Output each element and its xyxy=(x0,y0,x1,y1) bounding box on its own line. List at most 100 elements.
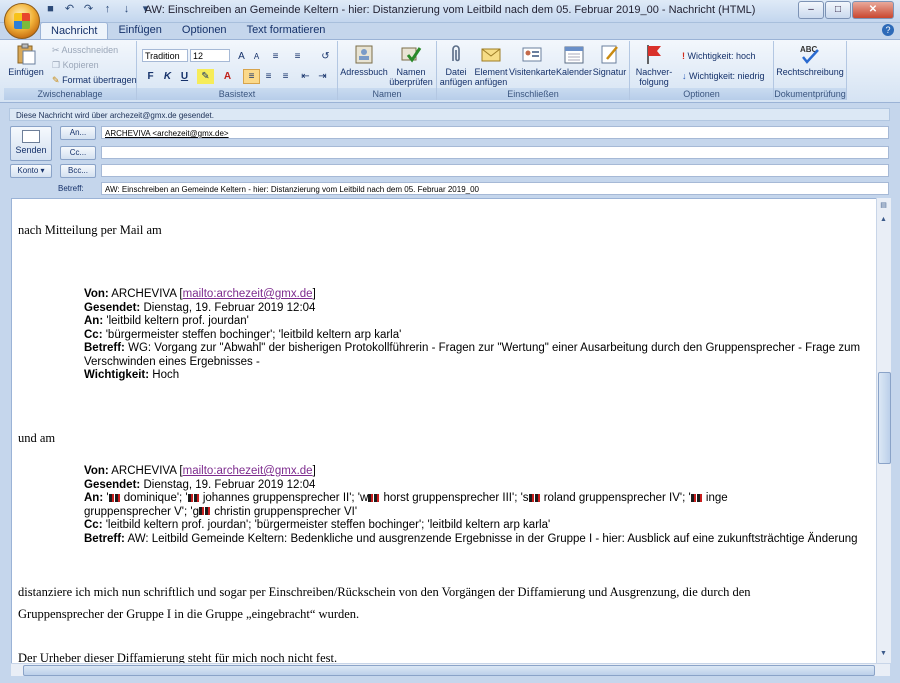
group-label-clipboard: Zwischenablage xyxy=(4,88,136,100)
highlight-icon[interactable]: ✎ xyxy=(197,69,214,84)
check-names-label-1: Namen xyxy=(396,67,426,77)
betreff-value: AW: Leitbild Gemeinde Keltern: Bedenklic… xyxy=(127,532,858,545)
attach-item-button[interactable]: Element anfügen xyxy=(474,43,508,87)
follow-up-button[interactable]: Nachver-folgung xyxy=(632,43,676,87)
office-logo-icon xyxy=(14,13,30,29)
numbering-icon[interactable]: ≡ xyxy=(289,49,306,64)
von-value: ARCHEVIVA [ xyxy=(111,288,183,300)
title-bar: ■ ↶ ↷ ↑ ↓ ▾ AW: Einschreiben an Gemeinde… xyxy=(0,0,900,23)
vertical-scroll-thumb[interactable] xyxy=(878,372,891,464)
align-center-icon[interactable]: ≡ xyxy=(260,69,277,84)
scroll-down-icon[interactable]: ▼ xyxy=(878,648,889,659)
align-right-icon[interactable]: ≡ xyxy=(277,69,294,84)
account-button[interactable]: Konto ▾ xyxy=(10,164,52,178)
group-basic-text: Tradition 12 A A ≡ ≡ ↺ F K U ✎ A ≡ ≡ ≡ ⇤… xyxy=(137,41,338,100)
paste-button[interactable]: Einfügen xyxy=(6,43,46,77)
an-part: johannes gruppensprecher II'; 'w xyxy=(199,492,369,504)
importance-high-button[interactable]: ! Wichtigkeit: hoch xyxy=(682,50,756,62)
window-title: AW: Einschreiben an Gemeinde Keltern - h… xyxy=(144,4,756,16)
signature-button[interactable]: Signatur xyxy=(592,43,627,77)
format-painter-label: Format übertragen xyxy=(62,75,137,85)
tab-einfuegen[interactable]: Einfügen xyxy=(108,22,171,39)
tab-text-formatieren[interactable]: Text formatieren xyxy=(237,22,336,39)
group-options: Nachver-folgung ! Wichtigkeit: hoch ↓ Wi… xyxy=(630,41,774,100)
body-paragraph-1: distanziere ich mich nun schriftlich und… xyxy=(18,585,751,599)
cut-button[interactable]: ✂ Ausschneiden xyxy=(52,44,118,56)
copy-button[interactable]: ❐ Kopieren xyxy=(52,59,99,71)
outdent-icon[interactable]: ⇤ xyxy=(297,69,314,84)
redacted-block xyxy=(368,493,381,502)
maximize-button[interactable]: □ xyxy=(825,1,851,19)
von-label: Von: xyxy=(84,288,109,300)
calendar-button[interactable]: Kalender xyxy=(556,43,592,77)
importance-high-label: Wichtigkeit: hoch xyxy=(687,51,756,61)
horizontal-scrollbar[interactable] xyxy=(11,663,890,676)
close-button[interactable]: ✕ xyxy=(852,1,894,19)
von-mailto-link[interactable]: mailto:archezeit@gmx.de xyxy=(183,465,313,477)
cc-field[interactable] xyxy=(101,146,889,159)
business-card-button[interactable]: Visitenkarte xyxy=(509,43,556,77)
group-names: Adressbuch Namen überprüfen Namen xyxy=(338,41,437,100)
cc-button[interactable]: Cc... xyxy=(60,146,96,160)
font-color-icon[interactable]: A xyxy=(219,69,236,84)
shrink-font-icon[interactable]: A xyxy=(248,49,265,64)
von-bracket: ] xyxy=(312,465,316,477)
bcc-field[interactable] xyxy=(101,164,889,177)
subject-field[interactable]: AW: Einschreiben an Gemeinde Keltern - h… xyxy=(101,182,889,195)
info-bar: Diese Nachricht wird über archezeit@gmx.… xyxy=(9,108,890,121)
clear-format-icon[interactable]: ↺ xyxy=(317,49,334,64)
italic-icon[interactable]: K xyxy=(159,69,176,84)
an-part: horst gruppensprecher III'; 's xyxy=(380,492,529,504)
scroll-up-icon[interactable]: ▲ xyxy=(878,214,889,225)
von-mailto-link[interactable]: mailto:archezeit@gmx.de xyxy=(183,288,313,300)
to-field[interactable]: ARCHEVIVA <archezeit@gmx.de> xyxy=(101,126,889,139)
betreff-label: Betreff: xyxy=(84,342,125,354)
attach-label-2: anfügen xyxy=(439,77,473,87)
group-label-names: Namen xyxy=(338,88,436,100)
check-names-button[interactable]: Namen überprüfen xyxy=(388,43,434,87)
bold-icon[interactable]: F xyxy=(142,69,159,84)
format-painter-button[interactable]: ✎ Format übertragen xyxy=(52,74,137,86)
body-paragraph-2: Gruppensprecher der Gruppe I in die Grup… xyxy=(18,607,360,621)
send-label: Senden xyxy=(15,145,47,155)
help-icon[interactable]: ? xyxy=(882,24,894,36)
horizontal-scroll-thumb[interactable] xyxy=(23,665,875,676)
wichtigkeit-value: Hoch xyxy=(152,369,180,381)
align-left-icon[interactable]: ≡ xyxy=(243,69,260,84)
ruler-toggle-icon[interactable]: ▤ xyxy=(878,200,889,211)
bcc-button[interactable]: Bcc... xyxy=(60,164,96,178)
calendar-icon xyxy=(564,46,584,64)
importance-low-button[interactable]: ↓ Wichtigkeit: niedrig xyxy=(682,70,765,82)
group-label-include: Einschließen xyxy=(437,88,629,100)
attach-label-1: Datei xyxy=(445,67,467,77)
an-part: gruppensprecher V'; 'g xyxy=(84,505,199,518)
address-book-icon xyxy=(355,45,373,64)
office-button[interactable] xyxy=(4,3,40,39)
address-book-button[interactable]: Adressbuch xyxy=(340,43,388,77)
bullets-icon[interactable]: ≡ xyxy=(267,49,284,64)
font-size-select[interactable]: 12 xyxy=(190,49,230,62)
message-body[interactable]: nach Mitteilung per Mail am Von: ARCHEVI… xyxy=(11,198,877,665)
minimize-button[interactable]: – xyxy=(798,1,824,19)
cc-label: Cc: xyxy=(84,519,103,531)
to-button[interactable]: An... xyxy=(60,126,96,140)
spelling-button[interactable]: ABC Rechtschreibung xyxy=(776,43,844,77)
tab-optionen[interactable]: Optionen xyxy=(172,22,237,39)
indent-icon[interactable]: ⇥ xyxy=(314,69,331,84)
group-include: Datei anfügen Element anfügen Visitenkarte… xyxy=(437,41,630,100)
group-label-basic-text: Basistext xyxy=(137,88,337,100)
an-label: An: xyxy=(84,315,104,327)
quoted-header-1: Von: ARCHEVIVA [mailto:archezeit@gmx.de]… xyxy=(84,288,869,383)
group-label-proofing: Dokumentprüfung xyxy=(774,88,846,100)
cc-label: Cc: xyxy=(84,328,103,341)
vertical-scrollbar[interactable]: ▤ ▲ ▼ xyxy=(876,198,891,663)
gesendet-value: Dienstag, 19. Februar 2019 12:04 xyxy=(143,301,316,314)
attach-file-button[interactable]: Datei anfügen xyxy=(439,43,473,87)
tab-nachricht[interactable]: Nachricht xyxy=(40,22,109,40)
font-select[interactable]: Tradition xyxy=(142,49,188,62)
underline-icon[interactable]: U xyxy=(176,69,193,84)
gesendet-value: Dienstag, 19. Februar 2019 12:04 xyxy=(143,478,316,491)
send-button[interactable]: Senden xyxy=(10,126,52,161)
gesendet-label: Gesendet: xyxy=(84,301,141,314)
ribbon: Einfügen ✂ Ausschneiden ❐ Kopieren ✎ For… xyxy=(0,39,900,103)
